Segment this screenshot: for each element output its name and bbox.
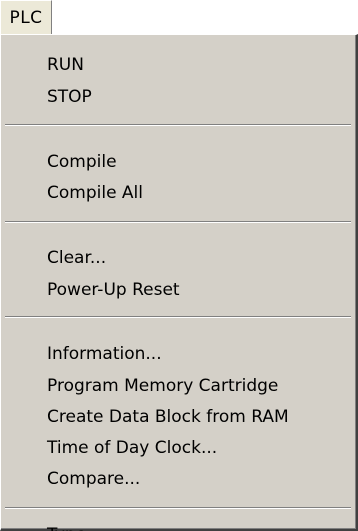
menu-item-clear[interactable]: Clear... <box>47 243 106 273</box>
menu-item-program-memory-cartridge[interactable]: Program Memory Cartridge <box>47 371 278 401</box>
menu-separator <box>5 221 351 223</box>
menu-item-compare[interactable]: Compare... <box>47 464 140 494</box>
menu-item-compile-all[interactable]: Compile All <box>47 178 143 208</box>
menu-item-time-of-day-clock[interactable]: Time of Day Clock... <box>47 433 217 463</box>
menu-item-information[interactable]: Information... <box>47 339 162 369</box>
menu-item-power-up-reset[interactable]: Power-Up Reset <box>47 275 180 305</box>
menu-item-compile[interactable]: Compile <box>47 147 117 177</box>
menu-item-type[interactable]: Type... <box>47 520 102 531</box>
menu-separator <box>5 124 351 126</box>
menu-plc[interactable]: PLC <box>0 0 52 35</box>
menu-plc-label: PLC <box>9 8 43 28</box>
menu-item-create-data-block-from-ram[interactable]: Create Data Block from RAM <box>47 402 289 432</box>
menu-separator <box>5 316 351 318</box>
menu-separator <box>5 507 351 509</box>
menu-item-run[interactable]: RUN <box>47 50 84 80</box>
menu-item-stop[interactable]: STOP <box>47 82 92 112</box>
plc-dropdown-menu: RUN STOP Compile Compile All Clear... Po… <box>0 34 358 531</box>
